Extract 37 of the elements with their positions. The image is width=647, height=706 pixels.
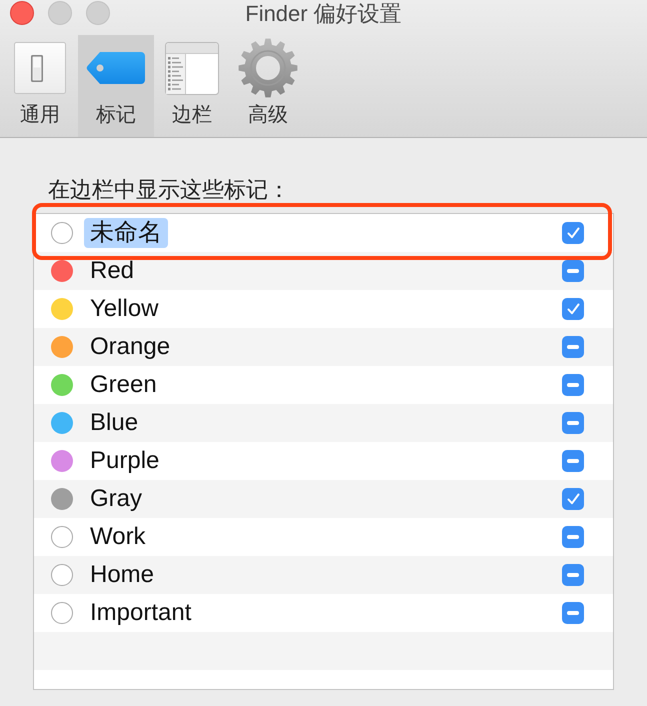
tag-name: Purple [89, 446, 160, 476]
tag-icon [86, 51, 146, 85]
tag-name-field[interactable]: 未命名 [84, 218, 168, 248]
tag-name: Blue [89, 408, 140, 438]
tag-name: Work [89, 522, 147, 552]
light-switch-icon [14, 42, 66, 94]
window-title: Finder 偏好设置 [245, 0, 402, 28]
show-in-sidebar-checkbox[interactable] [562, 526, 584, 548]
show-in-sidebar-checkbox[interactable] [562, 450, 584, 472]
toolbar-tab[interactable]: 边栏 [154, 35, 230, 137]
show-in-sidebar-checkbox[interactable] [562, 488, 584, 510]
show-in-sidebar-checkbox[interactable] [562, 222, 584, 244]
tag-name: Green [89, 370, 158, 400]
tag-name: Important [89, 598, 192, 628]
tag-name: Home [89, 560, 156, 590]
toolbar-tab[interactable]: 高级 [230, 35, 306, 137]
close-button[interactable] [10, 1, 34, 25]
tag-name: Yellow [89, 294, 160, 324]
show-in-sidebar-checkbox[interactable] [562, 564, 584, 586]
show-in-sidebar-checkbox[interactable] [562, 412, 584, 434]
tag-row[interactable]: Home [34, 556, 613, 594]
show-in-sidebar-checkbox[interactable] [562, 336, 584, 358]
tag-row[interactable]: Orange [34, 328, 613, 366]
tag-name: Orange [89, 332, 172, 362]
tag-row[interactable]: Blue [34, 404, 613, 442]
show-in-sidebar-checkbox[interactable] [562, 260, 584, 282]
show-in-sidebar-checkbox[interactable] [562, 298, 584, 320]
sidebar-window-icon [165, 42, 219, 94]
tag-name: Red [89, 256, 136, 286]
settings-gear-icon [238, 38, 298, 98]
show-in-sidebar-checkbox[interactable] [562, 374, 584, 396]
show-in-sidebar-checkbox[interactable] [562, 602, 584, 624]
tags-heading: 在边栏中显示这些标记： [48, 177, 290, 203]
tag-name: Gray [89, 484, 144, 514]
toolbar-tab[interactable]: 通用 [2, 35, 78, 137]
tag-row[interactable]: Gray [34, 480, 613, 518]
toolbar-tab[interactable]: 标记 [78, 35, 154, 137]
